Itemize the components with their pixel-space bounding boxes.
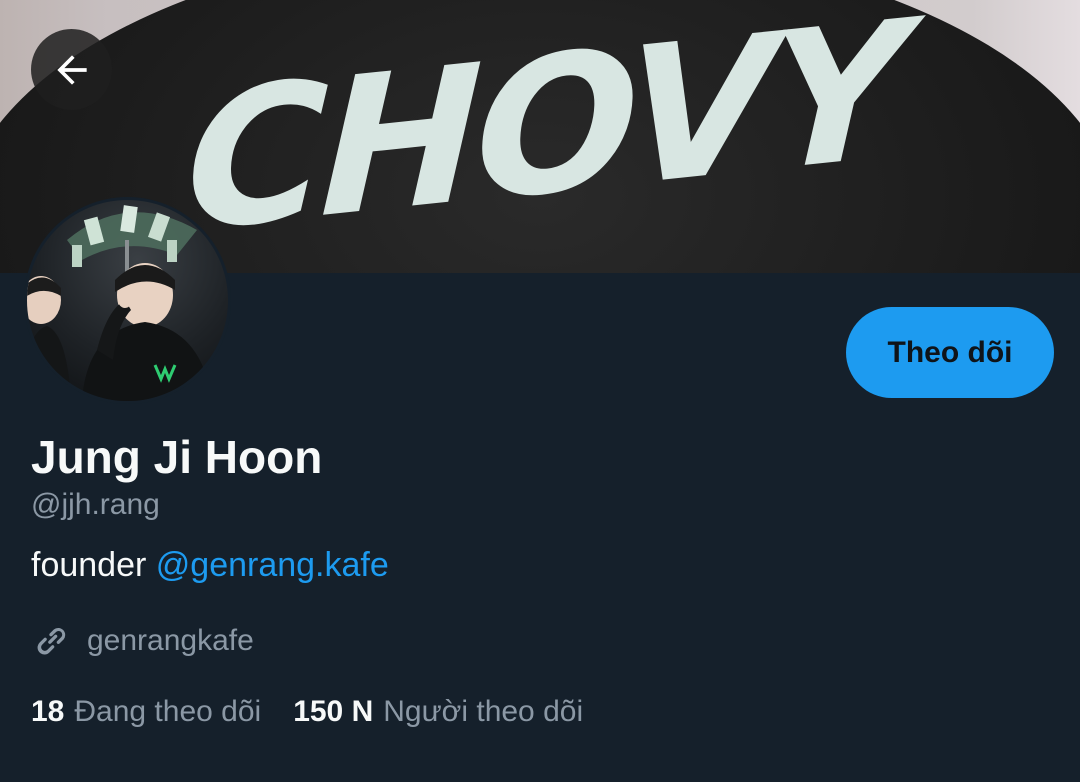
following-count: 18	[31, 695, 65, 728]
bio-mention-link[interactable]: @genrang.kafe	[156, 546, 389, 584]
profile-avatar[interactable]	[24, 197, 231, 404]
profile-bio: founder @genrang.kafe	[31, 545, 389, 585]
following-stat[interactable]: 18 Đang theo dõi	[31, 695, 261, 729]
back-button[interactable]	[31, 29, 112, 110]
link-icon	[37, 627, 66, 655]
arrow-left-icon	[56, 54, 87, 85]
following-label: Đang theo dõi	[74, 695, 262, 728]
profile-handle: @jjh.rang	[31, 488, 160, 521]
profile-stats: 18 Đang theo dõi 150 N Người theo dõi	[31, 695, 583, 729]
profile-website[interactable]: genrangkafe	[31, 620, 254, 662]
followers-stat[interactable]: 150 N Người theo dõi	[293, 695, 583, 729]
follow-button[interactable]: Theo dõi	[846, 307, 1054, 398]
followers-count: 150 N	[293, 695, 374, 728]
profile-display-name: Jung Ji Hoon	[31, 431, 323, 483]
followers-label: Người theo dõi	[383, 695, 584, 728]
website-link-text[interactable]: genrangkafe	[87, 624, 254, 658]
avatar-illustration	[27, 205, 212, 401]
bio-text: founder	[31, 546, 156, 584]
avatar-photo	[27, 200, 228, 401]
